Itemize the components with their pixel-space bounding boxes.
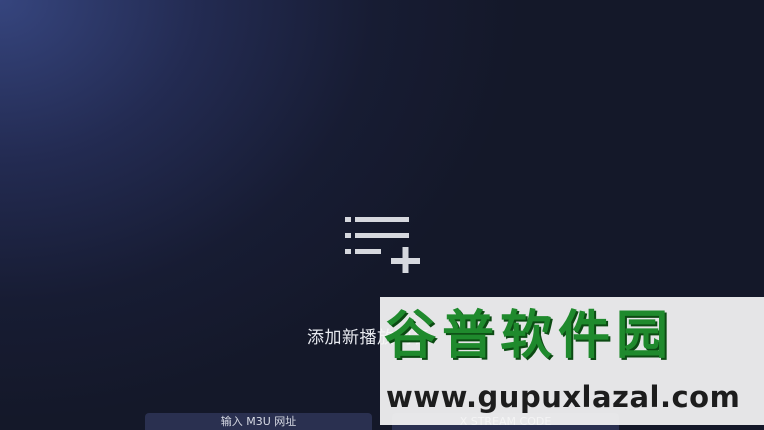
enter-m3u-url-button[interactable]: 输入 M3U 网址 [145, 413, 372, 430]
playlist-add-icon[interactable] [343, 213, 423, 275]
watermark-title: 谷普软件园 [384, 306, 675, 366]
app-screen: 添加新播放列表 输入 M3U 网址 X STREAM CODE 谷普软件园 ww… [0, 0, 764, 430]
watermark-url: www.gupuxlazal.com [386, 380, 741, 414]
playlist-add-glyph [345, 217, 420, 275]
watermark-overlay: 谷普软件园 www.gupuxlazal.com [380, 297, 764, 425]
